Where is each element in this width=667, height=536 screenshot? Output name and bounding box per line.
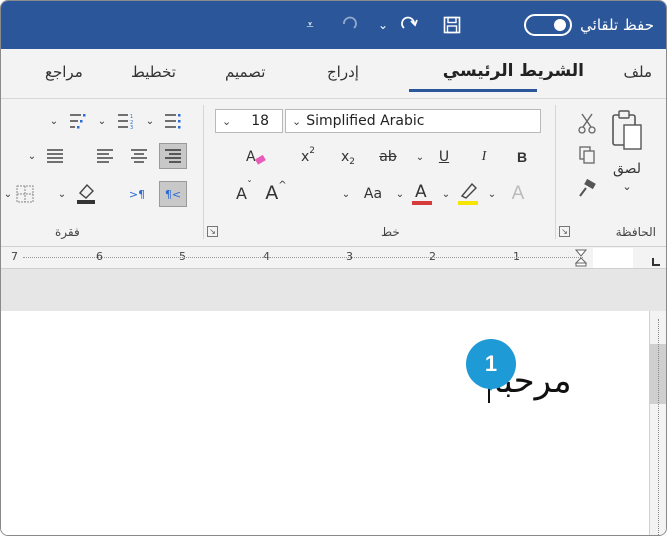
change-case-label: Aa	[363, 186, 383, 202]
chevron-down-icon[interactable]: ⌄	[439, 181, 453, 207]
vertical-ruler[interactable]	[649, 311, 666, 535]
superscript-icon[interactable]: x2	[293, 145, 323, 169]
paste-dropdown-icon[interactable]: ⌄	[617, 179, 637, 193]
chevron-down-icon[interactable]: ⌄	[95, 109, 109, 133]
tab-layout[interactable]: تخطيط	[131, 63, 176, 81]
numbering-icon[interactable]: 123	[113, 109, 139, 133]
tab-design[interactable]: تصميم	[225, 63, 265, 81]
tab-selector-icon[interactable]	[651, 252, 661, 266]
svg-text:3: 3	[130, 125, 133, 129]
align-right-icon[interactable]	[159, 143, 187, 169]
svg-text:A: A	[415, 182, 427, 202]
rtl-direction-icon[interactable]: ¶<	[159, 181, 187, 207]
ribbon: لصق ⌄ الحافظة ↘ ⌄ Simplified Arabic ⌄ 18…	[1, 99, 666, 247]
chevron-down-icon[interactable]: ⌄	[143, 109, 157, 133]
copy-icon[interactable]	[575, 143, 599, 167]
font-size-combo[interactable]: ⌄ 18	[215, 109, 283, 133]
shrink-font-icon[interactable]: Aˇ	[229, 179, 259, 207]
group-separator	[555, 105, 556, 239]
italic-button[interactable]: I	[471, 145, 497, 169]
redo-icon[interactable]	[395, 1, 425, 49]
chevron-down-icon[interactable]: ⌄	[339, 181, 353, 207]
active-tab-underline	[409, 89, 537, 92]
save-icon[interactable]	[437, 1, 467, 49]
strikethrough-button[interactable]: ab	[373, 145, 403, 169]
clipboard-group-label: الحافظة	[615, 225, 656, 239]
chevron-down-icon[interactable]: ⌄	[393, 181, 407, 207]
document-page[interactable]	[1, 311, 641, 535]
grow-font-icon[interactable]: A ^	[261, 179, 291, 207]
toggle-knob	[554, 19, 566, 31]
align-left-icon[interactable]	[91, 143, 119, 169]
bullets-rtl-icon[interactable]	[161, 109, 185, 133]
cut-icon[interactable]	[575, 111, 599, 135]
chevron-down-icon[interactable]: ⌄	[47, 109, 61, 133]
underline-button[interactable]: U	[431, 145, 457, 169]
justify-icon[interactable]	[41, 143, 69, 169]
step-callout-badge: 1	[466, 339, 516, 389]
font-launcher-icon[interactable]: ↘	[207, 226, 218, 237]
shading-icon[interactable]	[71, 179, 101, 207]
customize-dropdown-icon[interactable]: ⩡	[299, 1, 321, 49]
subscript-icon[interactable]: x2	[333, 145, 363, 169]
group-separator	[203, 105, 204, 239]
chevron-down-icon: ⌄	[222, 114, 232, 128]
text-effects-icon[interactable]: A	[503, 181, 533, 207]
ruler-margin	[593, 248, 633, 268]
tab-references[interactable]: مراجع	[45, 63, 83, 81]
ruler-ticks	[23, 257, 583, 258]
chevron-down-icon[interactable]: ⌄	[55, 181, 69, 207]
ribbon-tabs: ملف الشريط الرئيسي إدراج تصميم تخطيط مرا…	[1, 49, 666, 99]
multilevel-list-icon[interactable]	[65, 109, 91, 133]
canvas-background	[1, 269, 666, 311]
chevron-down-icon[interactable]: ⌄	[413, 145, 427, 169]
word-window: حفظ تلقائي ⌄ ⩡ ملف الشريط الرئيسي إدراج …	[0, 0, 667, 536]
align-center-icon[interactable]	[125, 143, 153, 169]
autosave-label: حفظ تلقائي	[580, 16, 654, 34]
chevron-down-icon[interactable]: ⌄	[3, 181, 13, 207]
chevron-down-icon[interactable]: ⌄	[485, 181, 499, 207]
horizontal-ruler[interactable]: 7 6 5 4 3 2 1	[1, 247, 666, 269]
chevron-down-icon[interactable]: ⌄	[25, 143, 39, 169]
font-color-icon[interactable]: A	[407, 179, 437, 207]
ruler-number: 7	[11, 250, 18, 263]
paragraph-group-label: فقرة	[55, 225, 80, 239]
font-name-combo[interactable]: ⌄ Simplified Arabic	[285, 109, 541, 133]
ruler-ticks	[658, 319, 660, 535]
tab-home[interactable]: الشريط الرئيسي	[443, 61, 584, 81]
chevron-down-icon[interactable]: ⌄	[373, 1, 393, 49]
paste-icon[interactable]	[607, 107, 647, 155]
change-case-button[interactable]: Aa	[355, 181, 391, 207]
clear-formatting-icon[interactable]: A	[241, 145, 271, 169]
font-group-label: خط	[381, 225, 400, 239]
undo-icon	[333, 1, 363, 49]
tab-file[interactable]: ملف	[623, 63, 652, 81]
borders-icon[interactable]	[13, 181, 37, 207]
ltr-direction-icon[interactable]: >¶	[123, 181, 151, 207]
indent-marker-icon[interactable]	[574, 249, 588, 267]
autosave-toggle[interactable]	[524, 14, 572, 36]
tab-insert[interactable]: إدراج	[327, 63, 359, 81]
chevron-down-icon: ⌄	[292, 114, 302, 128]
svg-text:A: A	[246, 149, 256, 165]
highlight-color-icon[interactable]	[453, 179, 483, 207]
clipboard-launcher-icon[interactable]: ↘	[559, 226, 570, 237]
bold-button[interactable]: B	[509, 145, 535, 169]
font-name-value: Simplified Arabic	[306, 113, 425, 129]
font-size-value: 18	[251, 113, 270, 129]
format-painter-icon[interactable]	[575, 177, 599, 201]
paste-label[interactable]: لصق	[609, 159, 645, 179]
title-bar: حفظ تلقائي ⌄ ⩡	[1, 1, 666, 49]
